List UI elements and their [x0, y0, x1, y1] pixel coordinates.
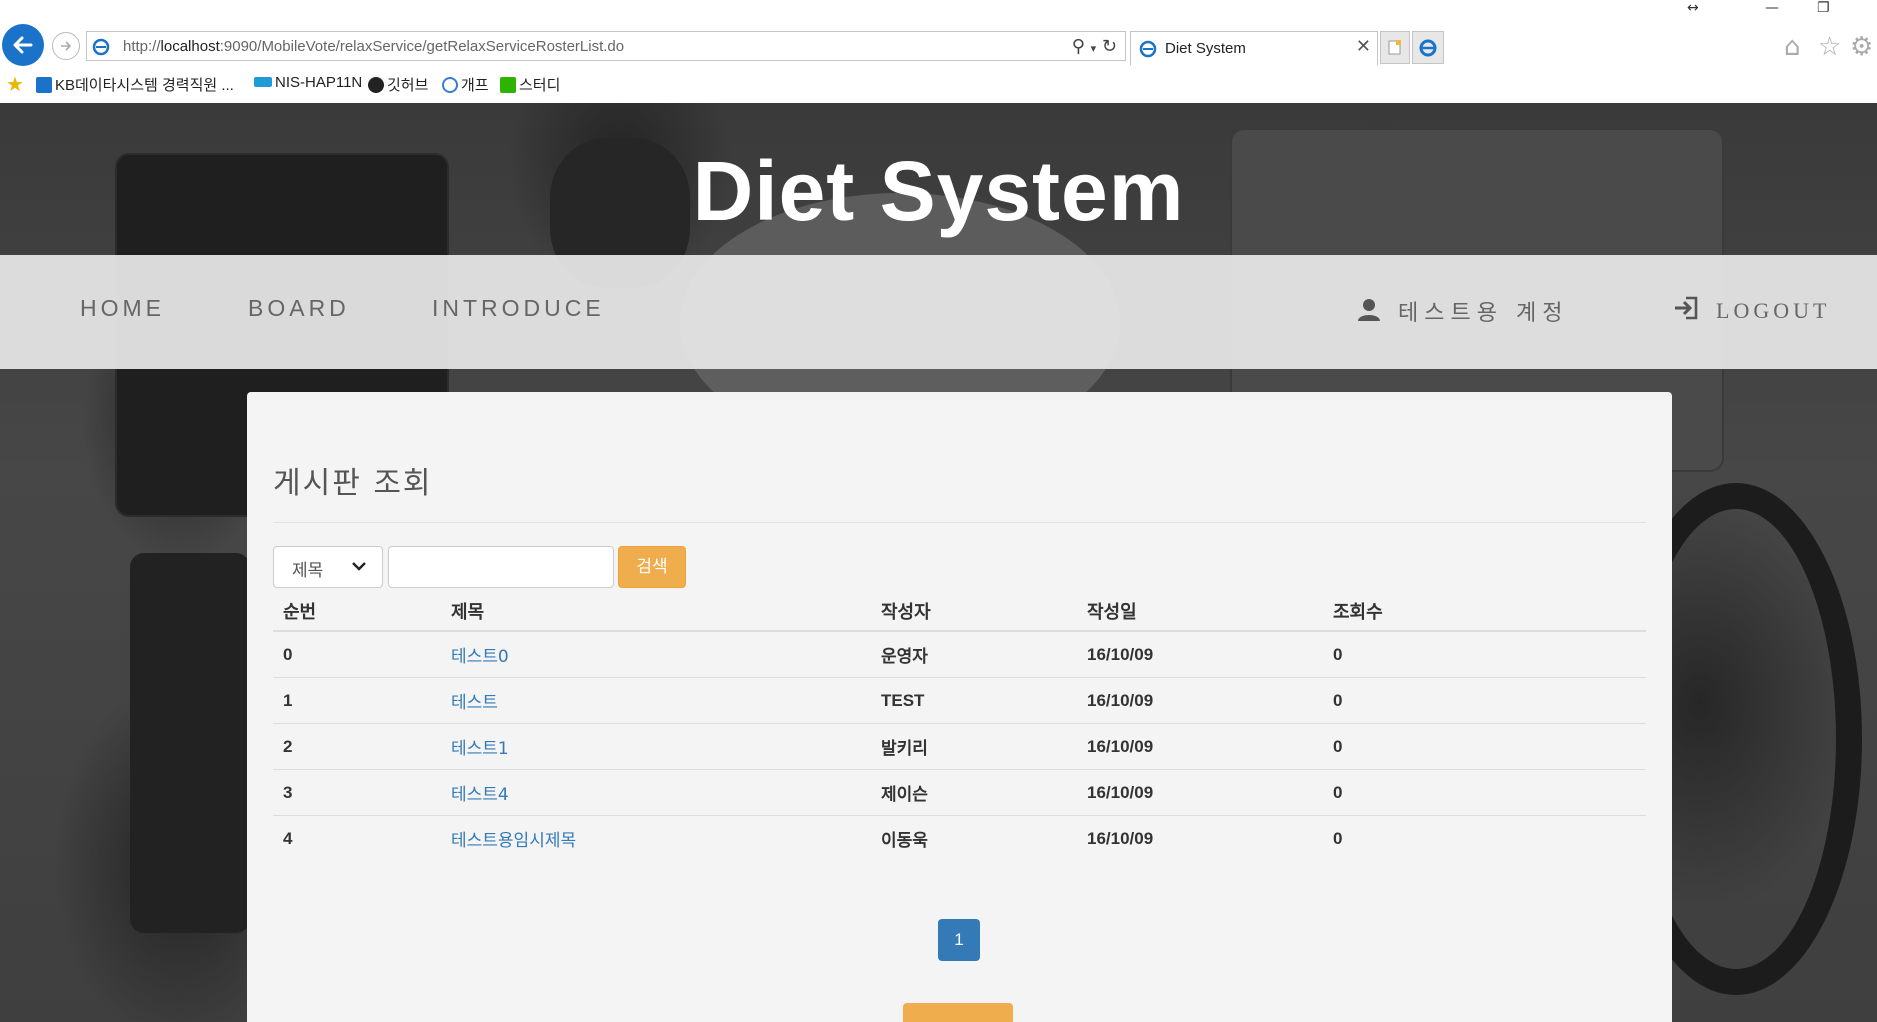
address-bar[interactable]: http://localhost:9090/MobileVote/relaxSe…: [86, 31, 1126, 61]
table-row: 4 테스트용임시제목 이동욱 16/10/09 0: [273, 815, 1646, 861]
user-icon: [1358, 299, 1380, 321]
column-header-views: 조회수: [1323, 592, 1646, 632]
row-date: 16/10/09: [1077, 723, 1323, 770]
ie-page-icon: [92, 38, 110, 56]
search-type-select[interactable]: 제목: [273, 546, 383, 588]
close-tab-icon[interactable]: ✕: [1356, 36, 1371, 57]
dropdown-icon[interactable]: ▾: [1091, 42, 1097, 55]
edge-icon: [1419, 39, 1437, 57]
favorite-item[interactable]: 개프: [442, 74, 489, 95]
row-writer: TEST: [871, 677, 1077, 724]
row-title-link[interactable]: 테스트4: [441, 769, 871, 816]
row-views: 0: [1323, 630, 1646, 678]
row-date: 16/10/09: [1077, 815, 1323, 861]
forward-arrow-icon: [61, 41, 72, 51]
tab-diet-system[interactable]: Diet System ✕: [1130, 31, 1378, 65]
row-no: 2: [273, 723, 441, 770]
search-button[interactable]: 검색: [618, 546, 686, 588]
minimize-icon[interactable]: —: [1765, 0, 1779, 16]
row-no: 3: [273, 769, 441, 816]
forward-button[interactable]: [52, 32, 80, 60]
nav-board[interactable]: BOARD: [248, 295, 350, 322]
logout-link[interactable]: LOGOUT: [1672, 295, 1830, 324]
row-writer: 운영자: [871, 630, 1077, 678]
browser-chrome: http://localhost:9090/MobileVote/relaxSe…: [0, 0, 1877, 103]
window-controls: ↔ — ❐: [1677, 0, 1877, 28]
home-icon[interactable]: ⌂: [1784, 32, 1801, 62]
board-panel: 게시판 조회 제목 검색 순번 제목 작성자 작성일 조회수 0 테스트0 운영…: [247, 392, 1672, 1022]
search-icon[interactable]: ⚲: [1072, 36, 1085, 57]
nav-home[interactable]: HOME: [80, 295, 165, 322]
favorite-item[interactable]: 깃허브: [368, 74, 428, 95]
favorite-item[interactable]: NIS-HAP11N: [254, 74, 362, 91]
address-url: http://localhost:9090/MobileVote/relaxSe…: [123, 38, 625, 55]
row-writer: 이동욱: [871, 815, 1077, 861]
resize-icon[interactable]: ↔: [1687, 0, 1699, 16]
column-header-title: 제목: [441, 592, 871, 632]
main-navbar: HOME BOARD INTRODUCE 테스트용 계정 LOGOUT: [0, 255, 1877, 369]
board-table: 순번 제목 작성자 작성일 조회수 0 테스트0 운영자 16/10/09 0 …: [273, 592, 1646, 861]
column-header-writer: 작성자: [871, 592, 1077, 632]
row-views: 0: [1323, 723, 1646, 770]
row-title-link[interactable]: 테스트0: [441, 630, 871, 678]
table-row: 2 테스트1 발키리 16/10/09 0: [273, 723, 1646, 770]
row-title-link[interactable]: 테스트1: [441, 723, 871, 770]
user-name: 테스트용 계정: [1398, 301, 1569, 326]
table-row: 1 테스트 TEST 16/10/09 0: [273, 677, 1646, 724]
background-case: [130, 553, 250, 933]
nis-icon: [254, 77, 272, 87]
favorites-star-icon[interactable]: ☆: [1818, 32, 1841, 62]
row-date: 16/10/09: [1077, 630, 1323, 678]
column-header-date: 작성일: [1077, 592, 1323, 632]
column-header-no: 순번: [273, 592, 441, 632]
gear-icon[interactable]: ⚙: [1850, 32, 1873, 62]
row-views: 0: [1323, 677, 1646, 724]
row-title-link[interactable]: 테스트: [441, 677, 871, 724]
github-icon: [368, 77, 384, 93]
tab-title: Diet System: [1165, 40, 1246, 57]
write-button[interactable]: [903, 1003, 1013, 1022]
logout-label: LOGOUT: [1716, 298, 1831, 323]
user-account-link[interactable]: 테스트용 계정: [1356, 295, 1568, 327]
nav-introduce[interactable]: INTRODUCE: [432, 295, 605, 322]
title-divider: [273, 522, 1646, 523]
favorites-bar: ★ KB데이타시스템 경력직원 ... NIS-HAP11N 깃허브 개프 스터…: [0, 68, 1877, 98]
new-tab-button[interactable]: [1380, 31, 1410, 64]
table-row: 3 테스트4 제이슨 16/10/09 0: [273, 769, 1646, 816]
row-views: 0: [1323, 815, 1646, 861]
site-title: Diet System: [692, 144, 1185, 238]
row-date: 16/10/09: [1077, 677, 1323, 724]
restore-icon[interactable]: ❐: [1817, 0, 1830, 16]
row-no: 1: [273, 677, 441, 724]
ie-fav-icon: [442, 77, 458, 93]
back-button[interactable]: [2, 24, 44, 66]
row-no: 4: [273, 815, 441, 861]
kb-icon: [36, 77, 52, 93]
table-header-row: 순번 제목 작성자 작성일 조회수: [273, 592, 1646, 632]
favorite-item[interactable]: KB데이타시스템 경력직원 ...: [36, 74, 234, 95]
row-writer: 제이슨: [871, 769, 1077, 816]
refresh-icon[interactable]: ↻: [1102, 36, 1117, 57]
new-tab-icon: [1388, 40, 1401, 55]
chevron-down-icon: [352, 562, 366, 571]
row-title-link[interactable]: 테스트용임시제목: [441, 815, 871, 861]
back-arrow-icon: [13, 36, 33, 54]
row-views: 0: [1323, 769, 1646, 816]
search-type-value: 제목: [292, 561, 324, 581]
table-row: 0 테스트0 운영자 16/10/09 0: [273, 630, 1646, 678]
ie-tab-icon: [1139, 40, 1157, 58]
search-input[interactable]: [388, 546, 614, 588]
edge-button[interactable]: [1412, 31, 1444, 64]
favorites-bar-star-icon[interactable]: ★: [6, 72, 24, 97]
page-title: 게시판 조회: [273, 466, 433, 501]
pagination-page-1[interactable]: 1: [938, 919, 980, 961]
row-date: 16/10/09: [1077, 769, 1323, 816]
row-no: 0: [273, 630, 441, 678]
page-content: Diet System HOME BOARD INTRODUCE 테스트용 계정…: [0, 103, 1877, 1022]
login-icon: [1675, 296, 1698, 320]
row-writer: 발키리: [871, 723, 1077, 770]
favorite-item[interactable]: 스터디: [500, 74, 560, 95]
study-icon: [500, 77, 516, 93]
